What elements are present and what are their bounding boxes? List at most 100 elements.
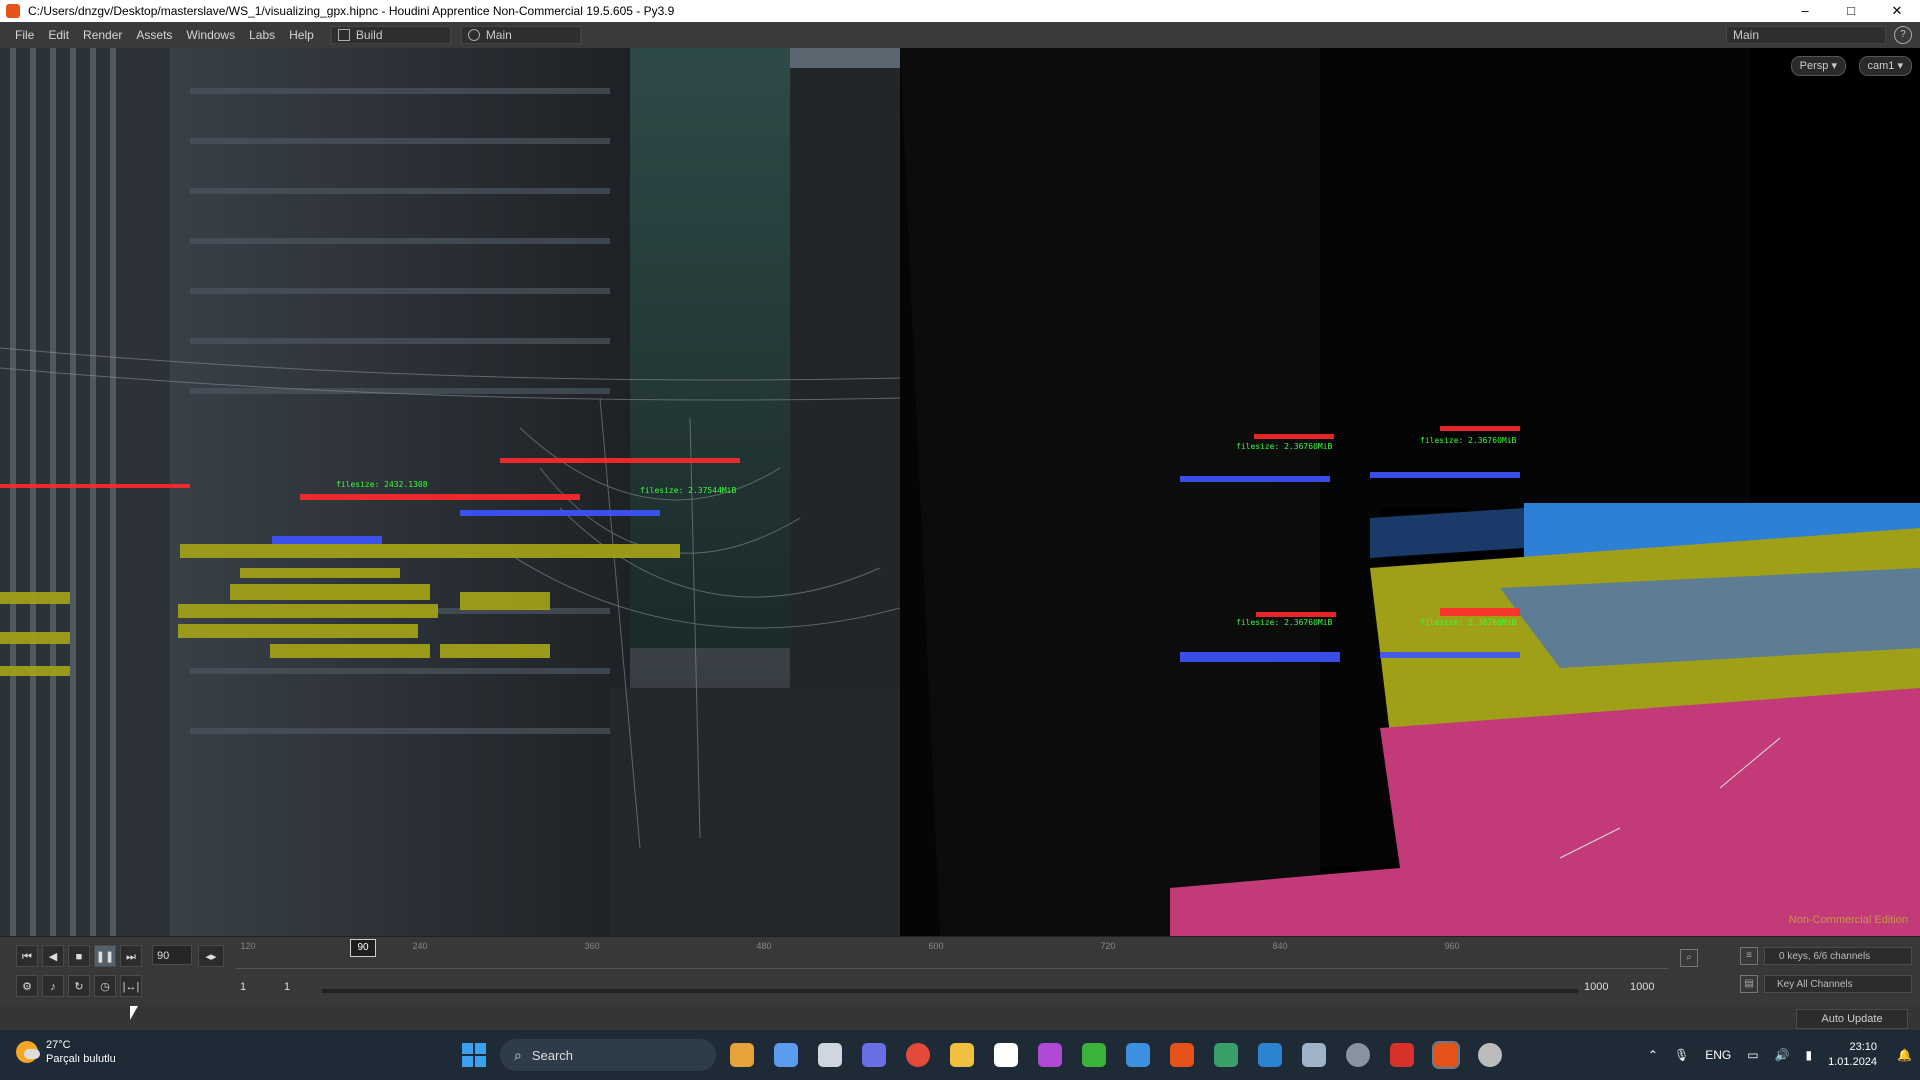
target-icon: [467, 29, 480, 41]
desktop-main[interactable]: Main: [460, 26, 581, 44]
volume-icon[interactable]: 🔊: [1775, 1048, 1790, 1062]
minimize-button[interactable]: –: [1782, 0, 1828, 22]
clock-icon[interactable]: ◷: [94, 975, 116, 997]
search-icon: ⌕: [514, 1046, 522, 1063]
play-reverse-icon[interactable]: ◀: [42, 945, 64, 967]
filesize-label: filesize: 2.37544MiB: [640, 486, 737, 495]
windows-start-icon[interactable]: [462, 1043, 486, 1067]
building-left: [0, 48, 170, 936]
notification-icon[interactable]: 🔔: [1897, 1048, 1912, 1062]
channel-icon[interactable]: ≡: [1740, 947, 1758, 965]
filesize-label: filesize: 2.36760MiB: [1236, 618, 1333, 627]
frame-ruler[interactable]: 120 240 360 480 600 720 840 960: [236, 941, 1668, 969]
houdini-icon[interactable]: [1170, 1043, 1194, 1067]
close-button[interactable]: ✕: [1874, 0, 1920, 22]
camera-button[interactable]: cam1 ▾: [1858, 56, 1912, 76]
range-start-2[interactable]: 1: [284, 981, 290, 993]
dark-geometry-2: [900, 48, 1320, 936]
file-explorer-icon[interactable]: [950, 1043, 974, 1067]
key-icon[interactable]: ⌕: [1680, 949, 1698, 967]
auto-update-button[interactable]: Auto Update: [1796, 1009, 1908, 1029]
current-frame-field[interactable]: 90: [152, 945, 192, 965]
maximize-button[interactable]: □: [1828, 0, 1874, 22]
taskbar-search[interactable]: ⌕ Search: [500, 1039, 716, 1071]
range-end[interactable]: 1000: [1584, 981, 1608, 993]
weather-icon: [16, 1041, 40, 1063]
range-icon[interactable]: |↔|: [120, 975, 142, 997]
weather-temp: 27°C: [46, 1039, 71, 1051]
chrome-icon[interactable]: [906, 1043, 930, 1067]
desktop-label: Main: [485, 28, 512, 42]
key-all-channels[interactable]: Key All Channels: [1764, 975, 1912, 993]
clock-time: 23:10: [1849, 1041, 1878, 1053]
app-icon[interactable]: [1038, 1043, 1062, 1067]
range-start[interactable]: 1: [240, 981, 246, 993]
persp-button[interactable]: Persp ▾: [1790, 56, 1846, 76]
microphone-icon[interactable]: 🎙: [1674, 1048, 1689, 1062]
menu-right-group: Main ?: [1716, 22, 1920, 48]
scene-viewport[interactable]: filesize: 2.36760MiB filesize: 2.36760Mi…: [0, 48, 1920, 936]
viewport-scene: [0, 48, 1920, 936]
desktop-selector[interactable]: Main: [1726, 26, 1886, 44]
settings-icon[interactable]: [1346, 1043, 1370, 1067]
network-icon[interactable]: ▭: [1747, 1048, 1758, 1062]
menu-bar: File Edit Render Assets Windows Labs Hel…: [0, 22, 1920, 49]
shelf-set-build[interactable]: Build: [330, 26, 451, 44]
help-icon[interactable]: ?: [1894, 26, 1912, 44]
photos-icon[interactable]: [1302, 1043, 1326, 1067]
xbox-icon[interactable]: [1082, 1043, 1106, 1067]
keys-channels-info[interactable]: 0 keys, 6/6 channels: [1764, 947, 1912, 965]
ruler-label: 720: [1100, 941, 1116, 951]
menu-assets[interactable]: Assets: [129, 28, 179, 42]
weather-widget[interactable]: 27°C Parçalı bulutlu: [16, 1038, 116, 1066]
step-frame-icon[interactable]: ◂▸: [198, 945, 224, 967]
git-icon[interactable]: [1214, 1043, 1238, 1067]
street-area: [610, 688, 910, 936]
menu-file[interactable]: File: [8, 28, 41, 42]
houdini-active-icon[interactable]: [1432, 1041, 1460, 1069]
menu-labs[interactable]: Labs: [242, 28, 282, 42]
filesize-label: filesize: 2.36760MiB: [1420, 436, 1517, 445]
chevron-up-icon[interactable]: ⌃: [1648, 1048, 1658, 1062]
terrain-edge: [1370, 508, 1524, 558]
widgets-icon[interactable]: [774, 1043, 798, 1067]
menu-render[interactable]: Render: [76, 28, 129, 42]
filesize-label: filesize: 2.36760MiB: [1236, 442, 1333, 451]
title-bar: C:/Users/dnzgv/Desktop/masterslave/WS_1/…: [0, 0, 1920, 22]
range-slider[interactable]: [322, 989, 1578, 993]
loop-icon[interactable]: ↻: [68, 975, 90, 997]
ruler-baseline: [236, 968, 1668, 969]
system-tray: ⌃ 🎙 ENG ▭ 🔊 ▮ 23:10 1.01.2024 🔔: [1640, 1030, 1920, 1080]
status-bar: Auto Update: [0, 1006, 1920, 1030]
menu-edit[interactable]: Edit: [41, 28, 76, 42]
menu-help[interactable]: Help: [282, 28, 321, 42]
ruler-label: 120: [240, 941, 256, 951]
inkscape-icon[interactable]: [994, 1043, 1018, 1067]
clock[interactable]: 23:10 1.01.2024: [1828, 1040, 1877, 1070]
ruler-label: 960: [1444, 941, 1460, 951]
notepad-icon[interactable]: [1126, 1043, 1150, 1067]
clock-date: 1.01.2024: [1828, 1056, 1878, 1068]
teams-icon[interactable]: [862, 1043, 886, 1067]
menu-windows[interactable]: Windows: [179, 28, 242, 42]
task-view-icon[interactable]: [818, 1043, 842, 1067]
ruler-label: 360: [584, 941, 600, 951]
keyframe-icon[interactable]: ▤: [1740, 975, 1758, 993]
layout-icon: [337, 29, 350, 41]
houdini-app-icon: [6, 4, 20, 18]
jump-end-icon[interactable]: ⏭: [120, 945, 142, 967]
battery-icon[interactable]: ▮: [1806, 1048, 1813, 1062]
language-indicator[interactable]: ENG: [1705, 1048, 1731, 1062]
vscode-icon[interactable]: [1258, 1043, 1282, 1067]
app-icon[interactable]: [1478, 1043, 1502, 1067]
jump-start-icon[interactable]: ⏮: [16, 945, 38, 967]
realtime-icon[interactable]: ⚙: [16, 975, 38, 997]
pause-icon[interactable]: ❚❚: [94, 945, 116, 967]
playhead[interactable]: 90: [350, 939, 376, 957]
pdf-icon[interactable]: [1390, 1043, 1414, 1067]
range-end-2[interactable]: 1000: [1630, 981, 1654, 993]
stop-icon[interactable]: ■: [68, 945, 90, 967]
audio-icon[interactable]: ♪: [42, 975, 64, 997]
copilot-icon[interactable]: [730, 1043, 754, 1067]
ruler-label: 480: [756, 941, 772, 951]
